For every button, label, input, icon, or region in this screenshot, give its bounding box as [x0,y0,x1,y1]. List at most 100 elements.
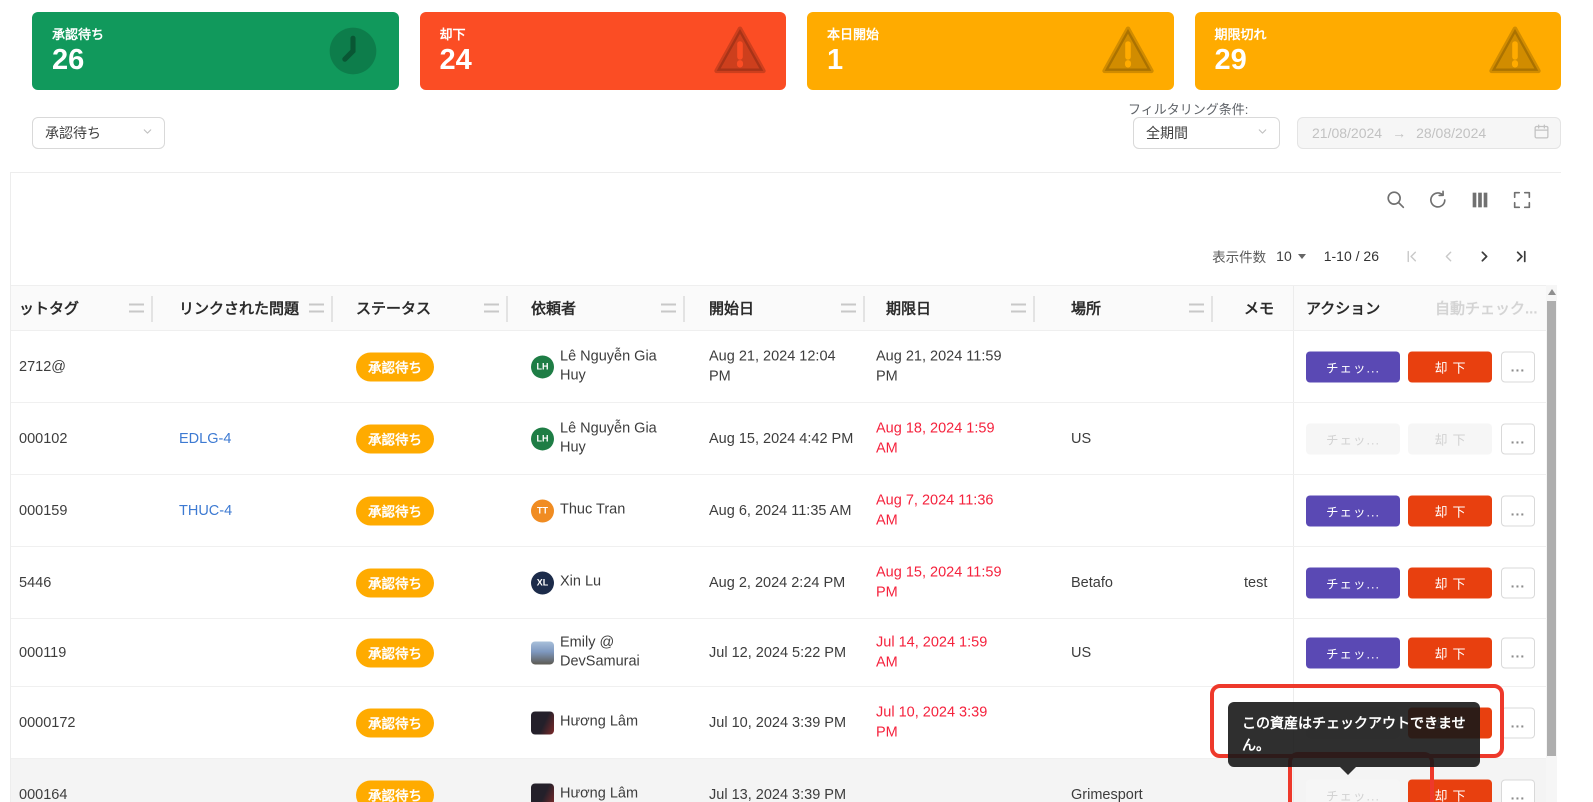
table-toolbar [1385,189,1533,211]
more-actions-button[interactable]: ... [1501,351,1535,382]
more-actions-button[interactable]: ... [1501,495,1535,526]
reject-button[interactable]: 却下 [1408,567,1492,598]
due-date: Aug 7, 2024 11:36 AM [876,490,1009,531]
filter-lines-icon[interactable] [661,304,676,313]
avatar [531,783,554,802]
caret-down-icon [1298,254,1306,259]
asset-tag: 000164 [19,787,67,802]
memo: test [1244,575,1267,591]
column-chooser-icon[interactable] [1469,189,1491,211]
period-filter-select[interactable]: 全期間 [1133,117,1280,149]
due-date: Jul 10, 2024 3:39 PM [876,702,1009,743]
filter-lines-icon[interactable] [841,304,856,313]
requester-name: Hương Lâm [560,713,671,733]
asset-tag: 5446 [19,575,51,591]
requester-name: Lê Nguyễn Gia Huy [560,347,671,386]
date-to: 28/08/2024 [1416,125,1486,141]
reject-button[interactable]: 却下 [1408,351,1492,382]
start-date: Aug 15, 2024 4:42 PM [709,428,861,448]
requester-cell: LH Lê Nguyễn Gia Huy [531,347,671,386]
checkout-button[interactable]: チェッ... [1306,423,1400,454]
search-icon[interactable] [1385,189,1407,211]
column-divider [151,296,153,322]
asset-tag: 000159 [19,503,67,519]
linked-issue-link[interactable]: EDLG-4 [179,431,231,447]
column-divider [331,296,333,322]
prev-page-icon[interactable] [1435,243,1461,269]
reload-icon[interactable] [1427,189,1449,211]
filter-lines-icon[interactable] [1189,304,1204,313]
asset-tag: 2712@ [19,359,66,375]
next-page-icon[interactable] [1471,243,1497,269]
page-size-select[interactable]: 10 [1276,248,1306,264]
start-date: Aug 2, 2024 2:24 PM [709,572,861,592]
last-page-icon[interactable] [1507,243,1533,269]
asset-tag: 0000172 [19,715,75,731]
filter-lines-icon[interactable] [129,304,144,313]
reject-button[interactable]: 却下 [1408,637,1492,668]
col-start-date: 開始日 [709,298,754,319]
checkout-button[interactable]: チェッ... [1306,779,1400,802]
more-actions-button[interactable]: ... [1501,567,1535,598]
requester-name: Thuc Tran [560,501,671,521]
status-badge: 承認待ち [356,780,434,802]
chevron-down-icon [141,125,154,141]
date-range-input[interactable]: 21/08/2024 → 28/08/2024 [1297,117,1561,149]
requester-cell: Hương Lâm [531,783,671,802]
col-linked-issue: リンクされた問題 [179,298,299,319]
avatar [531,711,554,734]
filter-lines-icon[interactable] [484,304,499,313]
due-date: Jul 14, 2024 1:59 AM [876,632,1009,673]
start-date: Aug 21, 2024 12:04 PM [709,346,861,387]
date-range-arrow: → [1392,125,1406,141]
checkout-button[interactable]: チェッ... [1306,351,1400,382]
filter-lines-icon[interactable] [309,304,324,313]
pagination: 表示件数 10 1-10 / 26 [1212,241,1533,271]
avatar: LH [531,427,554,450]
vertical-scrollbar[interactable] [1546,285,1557,802]
more-actions-button[interactable]: ... [1501,637,1535,668]
column-divider [863,296,865,322]
first-page-icon[interactable] [1399,243,1425,269]
reject-button[interactable]: 却下 [1408,779,1492,802]
start-date: Jul 13, 2024 3:39 PM [709,784,861,802]
filter-lines-icon[interactable] [1011,304,1026,313]
scroll-up-icon[interactable] [1548,289,1556,295]
checkout-button[interactable]: チェッ... [1306,495,1400,526]
date-from: 21/08/2024 [1312,125,1382,141]
col-location: 場所 [1071,298,1101,319]
reject-button[interactable]: 却下 [1408,495,1492,526]
table-row: 000102 EDLG-4 承認待ち LH Lê Nguyễn Gia Huy … [11,403,1548,475]
checkout-button[interactable]: チェッ... [1306,567,1400,598]
avatar: TT [531,499,554,522]
more-actions-button[interactable]: ... [1501,707,1535,738]
more-actions-button[interactable]: ... [1501,423,1535,454]
fullscreen-icon[interactable] [1511,189,1533,211]
location: Betafo [1071,575,1113,591]
status-filter-select[interactable]: 承認待ち [32,117,165,149]
warning-icon [1487,23,1543,79]
table-row: 000119 承認待ち Emily @ DevSamurai Jul 12, 2… [11,619,1548,687]
table-row: 5446 承認待ち XL Xin Lu Aug 2, 2024 2:24 PM … [11,547,1548,619]
chevron-down-icon [1256,125,1269,141]
requester-cell: TT Thuc Tran [531,499,671,522]
linked-issue-link[interactable]: THUC-4 [179,503,232,519]
reject-button[interactable]: 却下 [1408,423,1492,454]
summary-cards: 承認待ち 26 却下 24 本日開始 1 期限切れ 29 [32,12,1561,90]
requester-name: Emily @ DevSamurai [560,633,671,672]
column-divider [1211,296,1213,322]
page-size-label: 表示件数 [1212,246,1266,266]
status-badge: 承認待ち [356,496,434,525]
scrollbar-thumb[interactable] [1547,301,1556,756]
col-asset-tag: ットタグ [19,298,79,319]
requester-cell: LH Lê Nguyễn Gia Huy [531,419,671,458]
requester-cell: Hương Lâm [531,711,671,734]
more-actions-button[interactable]: ... [1501,779,1535,802]
table-header: ットタグ リンクされた問題 ステータス 依頼者 開始日 期限日 場所 メモ アク… [11,285,1548,331]
column-divider [683,296,685,322]
card-rejected: 却下 24 [420,12,787,90]
status-badge: 承認待ち [356,424,434,453]
due-date: Aug 15, 2024 11:59 PM [876,562,1009,603]
checkout-button[interactable]: チェッ... [1306,637,1400,668]
col-due-date: 期限日 [886,298,931,319]
